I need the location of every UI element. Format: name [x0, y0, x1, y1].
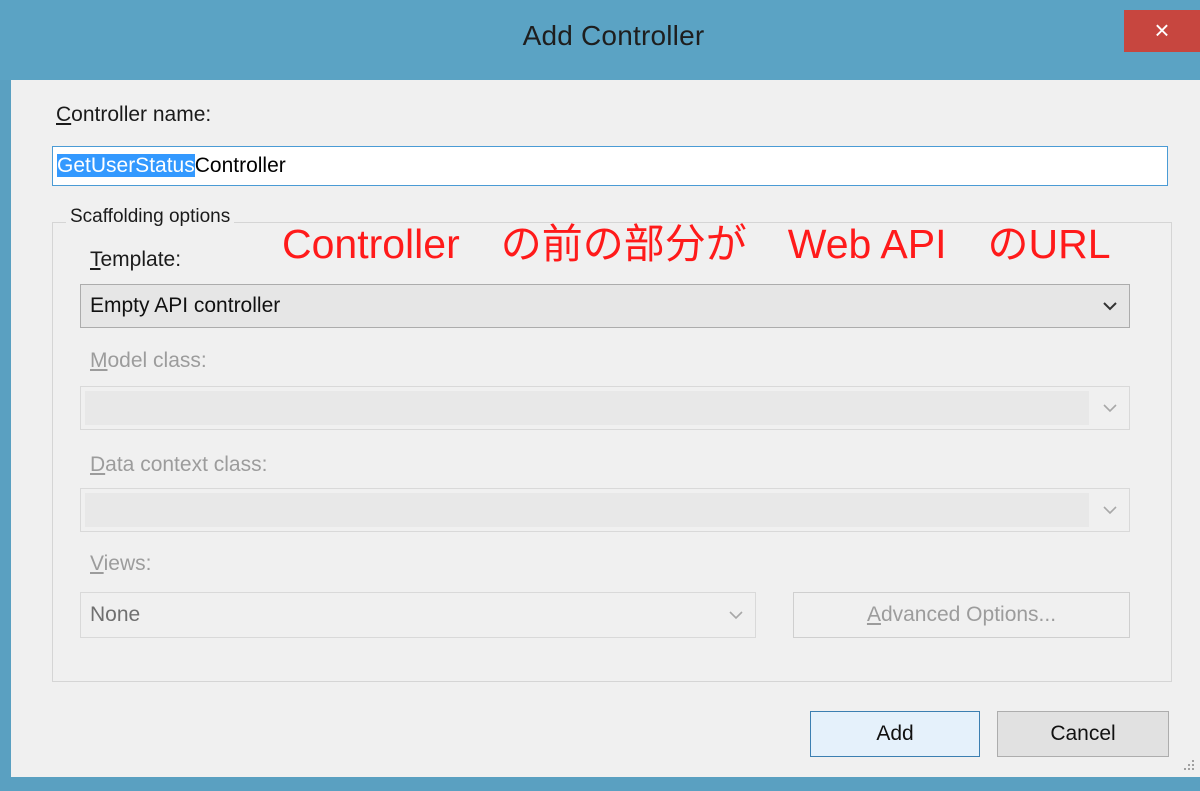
model-class-select[interactable] — [80, 386, 1130, 430]
unselected-text: Controller — [194, 154, 286, 177]
window-title: Add Controller — [522, 20, 705, 51]
cancel-button[interactable]: Cancel — [997, 711, 1169, 757]
views-label: Views: — [90, 552, 152, 575]
chevron-down-icon — [1091, 387, 1129, 429]
chevron-down-icon — [1091, 285, 1129, 327]
template-select[interactable]: Empty API controller — [80, 284, 1130, 328]
chevron-down-icon — [1091, 489, 1129, 531]
annotation-text: Controller の前の部分が Web API のURL — [282, 221, 1111, 267]
window-border-bottom — [0, 777, 1200, 791]
resize-grip-icon[interactable] — [1180, 758, 1196, 774]
scaffolding-options-title: Scaffolding options — [66, 206, 235, 228]
model-class-label: Model class: — [90, 349, 207, 372]
data-context-class-label: Data context class: — [90, 453, 268, 476]
advanced-options-button[interactable]: Advanced Options... — [793, 592, 1130, 638]
template-value: Empty API controller — [90, 294, 281, 317]
views-value: None — [90, 603, 141, 626]
controller-name-label: Controller name: — [56, 103, 212, 126]
close-button[interactable]: × — [1124, 10, 1200, 52]
selected-text: GetUserStatus — [57, 154, 195, 177]
views-select[interactable]: None — [80, 592, 756, 638]
add-button[interactable]: Add — [810, 711, 980, 757]
data-context-class-select[interactable] — [80, 488, 1130, 532]
chevron-down-icon — [717, 593, 755, 637]
model-class-field — [85, 391, 1089, 425]
close-icon: × — [1154, 15, 1170, 45]
template-label: Template: — [90, 248, 182, 271]
data-context-class-field — [85, 493, 1089, 527]
controller-name-input[interactable]: GetUserStatusController — [52, 146, 1168, 186]
